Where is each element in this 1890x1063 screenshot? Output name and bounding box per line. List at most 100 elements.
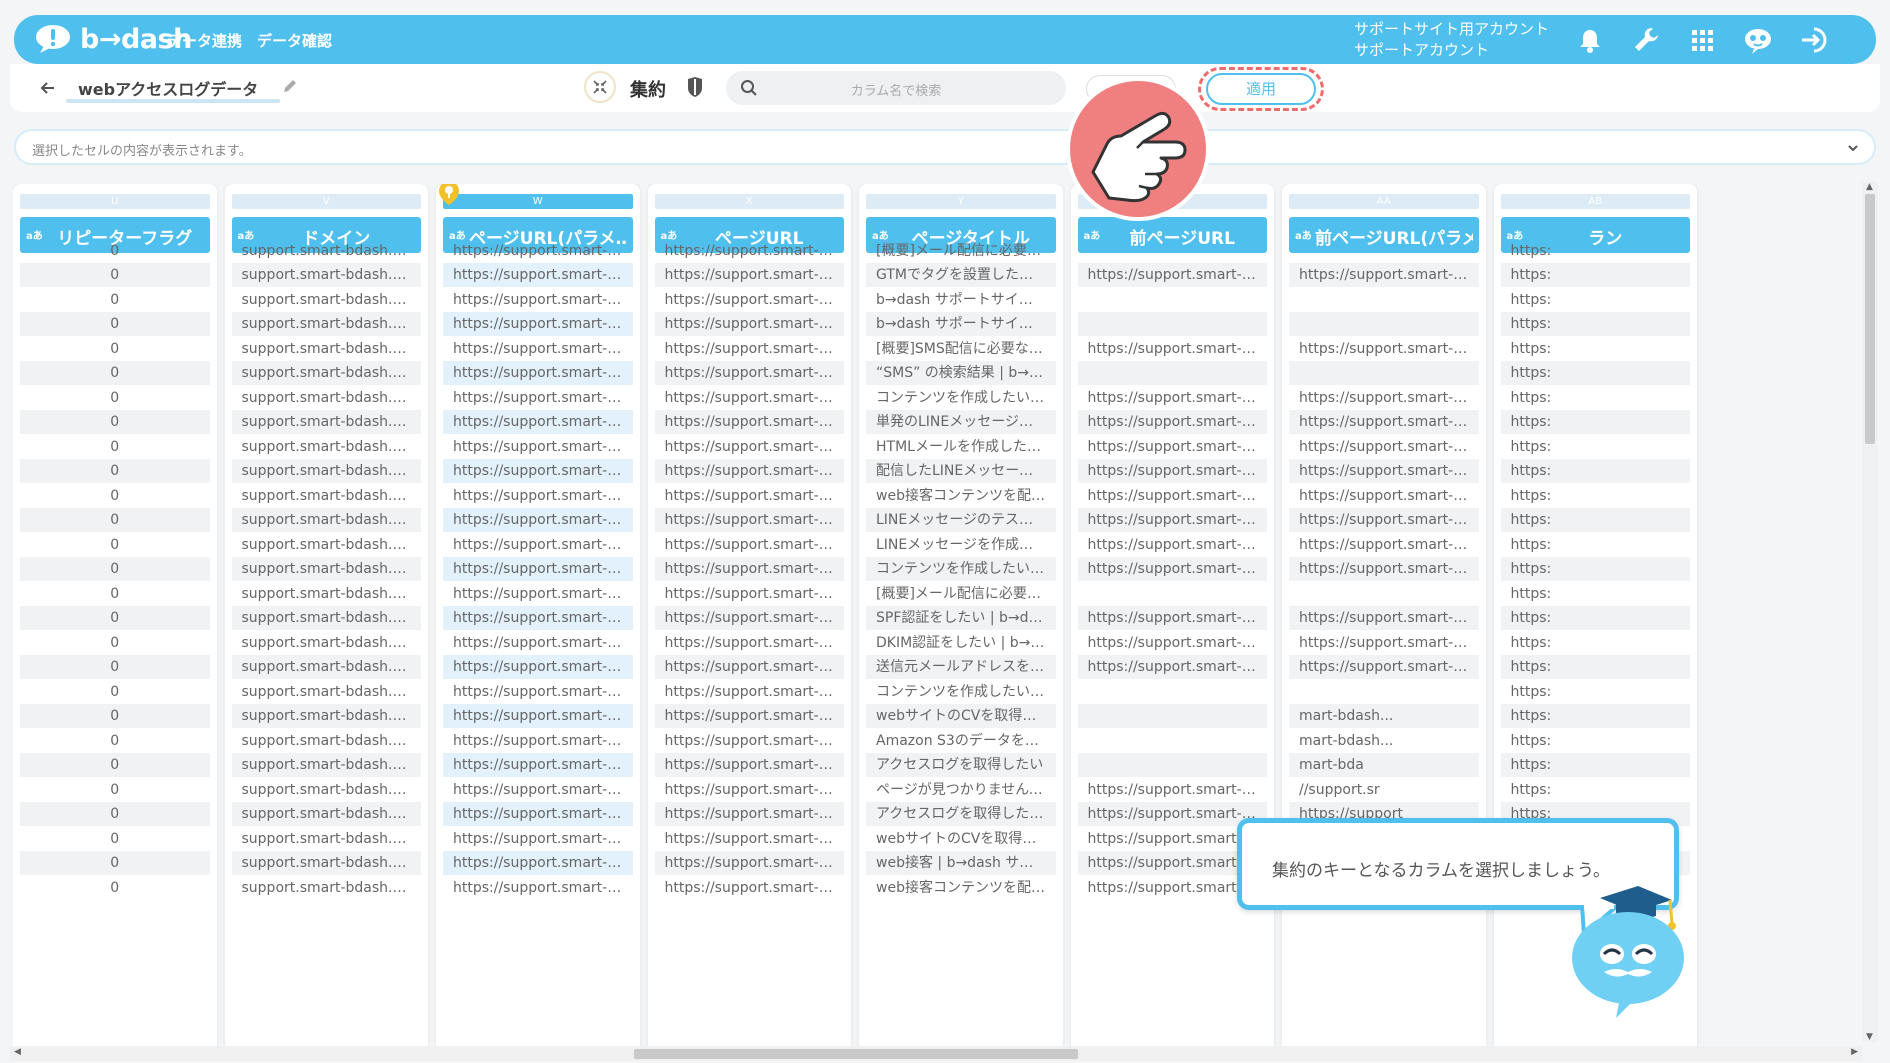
table-cell[interactable] xyxy=(1289,288,1479,312)
table-cell[interactable]: https://support.smart-bdash... xyxy=(1077,655,1267,679)
table-cell[interactable]: https://support.smart-bdash... xyxy=(443,729,633,753)
table-cell[interactable]: https://support.smart-bdash... xyxy=(655,288,845,312)
table-cell[interactable] xyxy=(1077,361,1267,385)
table-cell[interactable] xyxy=(1078,288,1268,312)
table-cell[interactable] xyxy=(1289,361,1479,385)
table-cell[interactable]: support.smart-bdash.com xyxy=(232,484,422,508)
table-cell[interactable]: support.smart-bdash.com xyxy=(232,778,422,802)
table-cell[interactable]: アクセスログを取得したい xyxy=(866,753,1056,777)
table-cell[interactable]: Amazon S3のデータを取り xyxy=(866,729,1056,753)
table-cell[interactable]: https://support.smart-bdash... xyxy=(654,263,844,287)
table-cell[interactable]: https://support.smart-bdash... xyxy=(443,631,633,655)
column-search-input[interactable]: カラム名で検索 xyxy=(726,71,1066,105)
table-cell[interactable]: https://support.smart-bdash... xyxy=(1078,631,1268,655)
table-cell[interactable]: https://support.smart-bdash... xyxy=(655,239,845,263)
column-letter[interactable]: U xyxy=(20,194,210,209)
table-cell[interactable]: 配信したLINEメッセージの実... xyxy=(866,459,1056,483)
table-cell[interactable]: https: xyxy=(1500,557,1690,581)
scroll-up-icon[interactable]: ▲ xyxy=(1866,182,1873,192)
table-cell[interactable]: https://support.smart-bdash... xyxy=(443,239,633,263)
aggregate-mode-icon[interactable] xyxy=(584,71,616,103)
table-cell[interactable]: [概要]メール配信に必要な準... xyxy=(866,582,1056,606)
table-cell[interactable]: web接客 | b→dash サポートサ... xyxy=(866,851,1056,875)
table-cell[interactable]: ページが見つかりませんでし... xyxy=(866,778,1056,802)
table-cell[interactable]: https: xyxy=(1500,606,1690,630)
chevron-down-icon[interactable] xyxy=(1846,141,1860,155)
table-cell[interactable]: mart-bda xyxy=(1289,753,1479,777)
table-cell[interactable] xyxy=(1078,729,1268,753)
table-cell[interactable]: https://support.smart-bdash... xyxy=(443,606,633,630)
table-cell[interactable]: DKIM認証をしたい | b→dash ... xyxy=(866,631,1056,655)
table-cell[interactable]: https: xyxy=(1500,753,1690,777)
table-cell[interactable]: https://support.smart-bdash... xyxy=(1289,631,1479,655)
table-cell[interactable]: https: xyxy=(1501,631,1691,655)
table-cell[interactable]: support.smart-bdash.com xyxy=(232,435,422,459)
table-cell[interactable]: https://support.smart-bdash... xyxy=(443,582,633,606)
column-x[interactable]: XaあページURLhttps://support.smart-bdash...h… xyxy=(647,184,851,1046)
table-cell[interactable]: support.smart-bdash.com xyxy=(231,459,421,483)
table-cell[interactable]: support.smart-bdash.com xyxy=(231,606,421,630)
table-cell[interactable]: support.smart-bdash.com xyxy=(231,410,421,434)
table-cell[interactable]: 0 xyxy=(20,778,210,802)
table-cell[interactable]: https://support.smart-bdash... xyxy=(1289,557,1479,581)
column-letter[interactable]: Y xyxy=(866,194,1056,209)
table-cell[interactable]: https: xyxy=(1500,410,1690,434)
vertical-scrollbar[interactable]: ▲ ▼ xyxy=(1862,182,1878,1042)
table-cell[interactable]: support.smart-bdash.com xyxy=(232,631,422,655)
table-cell[interactable]: https: xyxy=(1501,288,1691,312)
table-cell[interactable]: support.smart-bdash.com xyxy=(231,312,421,336)
table-cell[interactable]: https://support.smart-bdash... xyxy=(443,263,633,287)
table-cell[interactable]: https://support.smart-bdash... xyxy=(1077,508,1267,532)
table-cell[interactable]: https://support.smart-bdash... xyxy=(655,729,845,753)
table-cell[interactable]: https://support.smart-bdash... xyxy=(654,704,844,728)
table-cell[interactable]: https: xyxy=(1500,508,1690,532)
table-cell[interactable]: support.smart-bdash.com xyxy=(232,680,422,704)
table-cell[interactable]: support.smart-bdash.com xyxy=(232,533,422,557)
table-cell[interactable]: 0 xyxy=(20,508,210,532)
scroll-right-icon[interactable]: ▶ xyxy=(1851,1047,1858,1057)
table-cell[interactable]: https: xyxy=(1501,582,1691,606)
apply-button[interactable]: 適用 xyxy=(1206,73,1316,105)
table-cell[interactable]: support.smart-bdash.com xyxy=(232,729,422,753)
table-cell[interactable]: 0 xyxy=(20,631,210,655)
table-cell[interactable]: https://support.smart-bdash... xyxy=(443,851,633,875)
table-cell[interactable]: https://support.smart-bdash... xyxy=(1289,508,1479,532)
table-cell[interactable]: https://support.smart-bdash... xyxy=(1078,484,1268,508)
table-cell[interactable]: https: xyxy=(1500,361,1690,385)
table-cell[interactable]: SPF認証をしたい | b→dash サ... xyxy=(866,606,1056,630)
table-cell[interactable]: support.smart-bdash.com xyxy=(231,557,421,581)
table-cell[interactable]: support.smart-bdash.com xyxy=(232,386,422,410)
table-cell[interactable] xyxy=(1289,239,1479,263)
table-cell[interactable]: https://support.smart-bdash... xyxy=(443,410,633,434)
table-cell[interactable]: https: xyxy=(1501,484,1691,508)
table-cell[interactable]: https://support.smart-bdash... xyxy=(443,435,633,459)
table-cell[interactable]: support.smart-bdash.com xyxy=(231,753,421,777)
table-cell[interactable]: https://support.smart-bdash... xyxy=(443,337,633,361)
assistant-mascot-icon[interactable] xyxy=(1742,24,1774,56)
table-cell[interactable]: support.smart-bdash.com xyxy=(231,655,421,679)
table-cell[interactable]: mart-bdash... xyxy=(1289,704,1479,728)
table-cell[interactable]: https://support.smart-bdash... xyxy=(443,361,633,385)
table-cell[interactable]: https: xyxy=(1501,778,1691,802)
table-cell[interactable]: https://support.smart-bdash... xyxy=(443,508,633,532)
table-cell[interactable]: 0 xyxy=(20,533,210,557)
table-cell[interactable]: https://support.smart-bdash... xyxy=(655,435,845,459)
table-cell[interactable]: GTMでタグを設置したい | b→... xyxy=(866,263,1056,287)
table-cell[interactable]: https://support.smart-bdash... xyxy=(1289,386,1479,410)
column-aa[interactable]: AAaあ前ページURL(パラメ…https://support.smart-bd… xyxy=(1282,184,1486,1046)
table-cell[interactable]: https://support.smart-bdash... xyxy=(1289,533,1479,557)
vertical-scroll-thumb[interactable] xyxy=(1865,194,1875,444)
table-cell[interactable]: https://support.smart-bdash... xyxy=(1077,557,1267,581)
table-cell[interactable]: https://support.smart-bdash... xyxy=(443,802,633,826)
column-z[interactable]: Zaあ前ページURLhttps://support.smart-bdash...… xyxy=(1070,184,1274,1046)
table-cell[interactable]: 0 xyxy=(20,312,210,336)
table-cell[interactable] xyxy=(1078,680,1268,704)
table-cell[interactable]: //support.sr xyxy=(1289,778,1479,802)
wrench-icon[interactable] xyxy=(1630,24,1662,56)
table-cell[interactable]: https://support.smart-bdash... xyxy=(1289,435,1479,459)
table-cell[interactable]: https://support.smart-bdash... xyxy=(443,533,633,557)
table-cell[interactable]: [概要]メール配信に必要な準... xyxy=(866,239,1056,263)
table-cell[interactable]: https://support.smart-bdash... xyxy=(655,778,845,802)
horizontal-scrollbar[interactable]: ◀ ▶ xyxy=(10,1046,1862,1061)
table-cell[interactable]: https://support.smart-bdash... xyxy=(443,655,633,679)
